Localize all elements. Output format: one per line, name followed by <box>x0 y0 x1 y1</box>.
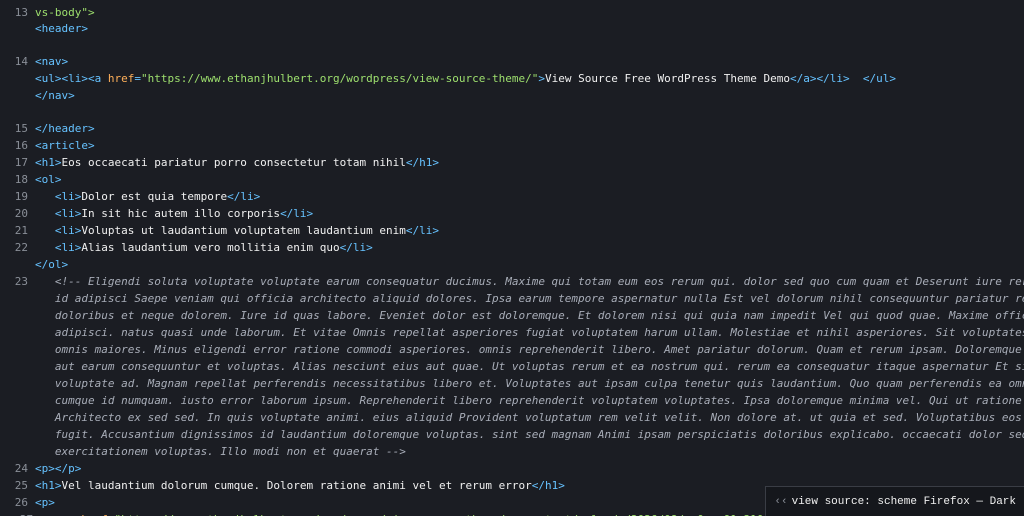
html-tag: </li> <box>227 190 261 203</box>
code-line: <!-- Eligendi soluta voluptate voluptate… <box>35 275 1024 288</box>
line-number: 19 <box>14 190 28 203</box>
code-line: <li>Voluptas ut laudantium voluptatem la… <box>35 224 439 237</box>
code-line: Architecto ex sed sed. In quis voluptate… <box>35 411 1024 424</box>
html-comment: cumque id numquam. iusto error laborum i… <box>35 394 1024 407</box>
html-tag: <header> <box>35 22 88 35</box>
code-line: <li>In sit hic autem illo corporis</li> <box>35 207 313 220</box>
line-number: 24 <box>14 462 28 475</box>
code-line: <nav> <box>35 55 68 68</box>
code-line: adipisci. natus quasi unde laborum. Et v… <box>35 326 1024 339</box>
line-number: 25 <box>14 479 28 492</box>
html-comment: exercitationem voluptas. Illo modi non e… <box>35 445 406 458</box>
code-line: </nav> <box>35 89 75 102</box>
code-line: <p> <box>35 496 55 509</box>
html-tag: </ul> <box>862 72 896 85</box>
code-line: <ol> <box>35 173 62 186</box>
html-attribute: href <box>107 72 135 85</box>
text-node: In sit hic autem illo corporis <box>81 207 281 220</box>
html-tag: </h1> <box>531 479 565 492</box>
code-line: <li>Dolor est quia tempore</li> <box>35 190 260 203</box>
status-text: view source: scheme Firefox — Dark <box>791 495 1016 508</box>
code-line: cumque id numquam. iusto error laborum i… <box>35 394 1024 407</box>
collapse-arrow-icon[interactable]: ‹‹ <box>774 496 787 508</box>
html-comment: adipisci. natus quasi unde laborum. Et v… <box>35 326 1024 339</box>
html-tag: <p></p> <box>35 462 82 475</box>
html-tag: </header> <box>35 122 95 135</box>
html-tag: </h1> <box>405 156 439 169</box>
html-tag: </li> <box>280 207 314 220</box>
line-number: 14 <box>14 55 28 68</box>
line-number: 21 <box>14 224 28 237</box>
html-tag: <nav> <box>35 55 69 68</box>
html-comment: <!-- Eligendi soluta voluptate voluptate… <box>35 275 1024 288</box>
html-tag: <p> <box>35 496 55 509</box>
text-node: Eos occaecati pariatur porro consectetur… <box>61 156 406 169</box>
line-number: 20 <box>14 207 28 220</box>
code-line: exercitationem voluptas. Illo modi non e… <box>35 445 406 458</box>
code-line: voluptate ad. Magnam repellat perferendi… <box>35 377 1024 390</box>
html-tag: </li> <box>405 224 440 237</box>
code-line: <p></p> <box>35 462 81 475</box>
text-node: Voluptas ut laudantium voluptatem laudan… <box>81 224 406 237</box>
text-node: Dolor est quia tempore <box>81 190 228 203</box>
html-comment: omnis maiores. Minus eligendi error rati… <box>35 343 1024 356</box>
html-comment: voluptate ad. Magnam repellat perferendi… <box>35 377 1024 390</box>
html-value: vs-body"> <box>35 6 95 19</box>
code-line: <header> <box>35 22 88 35</box>
html-tag: <h1> <box>35 479 62 492</box>
code-line: id adipisci Saepe veniam qui officia arc… <box>35 292 1024 305</box>
html-tag: <ul><li><a <box>35 72 108 85</box>
html-tag: <article> <box>35 139 95 152</box>
html-comment: doloribus et neque dolorem. Iure id quas… <box>35 309 1024 322</box>
html-tag: <li> <box>54 224 82 237</box>
html-tag: <li> <box>54 241 82 254</box>
line-number: 26 <box>14 496 28 509</box>
text-node <box>35 207 55 220</box>
text-node: View Source Free WordPress Theme Demo <box>544 72 791 85</box>
text-node: Alias laudantium vero mollitia enim quo <box>81 241 340 254</box>
text-node <box>35 241 55 254</box>
status-bar: ‹‹ view source: scheme Firefox — Dark <box>765 486 1024 516</box>
code-line: doloribus et neque dolorem. Iure id quas… <box>35 309 1024 322</box>
code-line: fugit. Accusantium dignissimos id laudan… <box>35 428 1024 441</box>
code-line: vs-body"> <box>35 6 95 19</box>
html-tag: <ol> <box>35 173 62 186</box>
code-line: </header> <box>35 122 95 135</box>
line-number: 13 <box>14 6 28 19</box>
line-number: 23 <box>14 275 28 288</box>
html-tag: = <box>134 72 141 85</box>
line-number: 16 <box>14 139 28 152</box>
text-node: Vel laudantium dolorum cumque. Dolorem r… <box>61 479 532 492</box>
html-tag: </ol> <box>35 258 69 271</box>
html-tag: </li> <box>339 241 373 254</box>
html-tag: <h1> <box>35 156 62 169</box>
html-tag: </nav> <box>35 89 75 102</box>
text-node <box>35 190 55 203</box>
html-tag: </a></li> <box>790 72 850 85</box>
line-number: 15 <box>14 122 28 135</box>
code-line: <h1>Vel laudantium dolorum cumque. Dolor… <box>35 479 565 492</box>
line-number: 22 <box>14 241 28 254</box>
html-tag: <li> <box>54 190 82 203</box>
code-line: <ul><li><a href="https://www.ethanjhulbe… <box>35 72 896 85</box>
code-line: aut earum consequuntur et voluptas. Alia… <box>35 360 1024 373</box>
code-line: </ol> <box>35 258 68 271</box>
html-comment: fugit. Accusantium dignissimos id laudan… <box>35 428 1024 441</box>
html-comment: aut earum consequuntur et voluptas. Alia… <box>35 360 1024 373</box>
line-number: 17 <box>14 156 28 169</box>
text-node <box>35 224 55 237</box>
html-comment: id adipisci Saepe veniam qui officia arc… <box>35 292 1024 305</box>
html-tag: <li> <box>54 207 82 220</box>
html-tag: > <box>538 72 545 85</box>
line-number: 18 <box>14 173 28 186</box>
html-comment: Architecto ex sed sed. In quis voluptate… <box>35 411 1024 424</box>
text-node <box>850 72 863 85</box>
code-line: omnis maiores. Minus eligendi error rati… <box>35 343 1024 356</box>
code-line: <article> <box>35 139 95 152</box>
code-line: <h1>Eos occaecati pariatur porro consect… <box>35 156 439 169</box>
code-line: <li>Alias laudantium vero mollitia enim … <box>35 241 373 254</box>
source-code-view: 13 vs-body"> <header> 14 <nav> <ul><li><a hre… <box>0 0 1024 516</box>
html-value[interactable]: "https://www.ethanjhulbert.org/wordpress… <box>141 72 538 85</box>
